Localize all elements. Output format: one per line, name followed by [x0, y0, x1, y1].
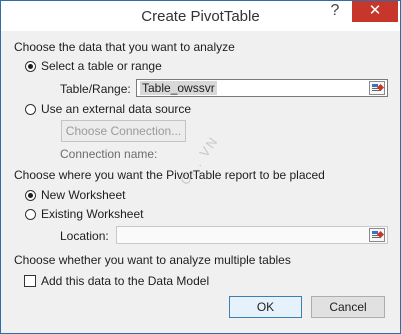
data-model-label[interactable]: Add this data to the Data Model [41, 274, 209, 288]
ok-button[interactable]: OK [229, 296, 302, 318]
external-source-label[interactable]: Use an external data source [41, 102, 191, 116]
table-range-input[interactable]: Table_owssvr [136, 79, 388, 97]
table-range-label: Table/Range: [60, 82, 131, 96]
help-button[interactable]: ? [321, 1, 349, 22]
range-selector-icon[interactable] [369, 81, 385, 95]
dialog-body: Choose the data that you want to analyze… [9, 31, 392, 327]
choose-data-heading: Choose the data that you want to analyze [14, 40, 235, 54]
title-bar[interactable]: Create PivotTable ? ✕ [1, 1, 400, 31]
cancel-button[interactable]: Cancel [311, 296, 385, 318]
select-table-label[interactable]: Select a table or range [41, 59, 162, 73]
choose-connection-button[interactable]: Choose Connection... [61, 120, 186, 142]
location-input[interactable] [116, 226, 388, 244]
select-table-radio[interactable] [25, 61, 36, 72]
new-worksheet-label[interactable]: New Worksheet [41, 188, 125, 202]
create-pivottable-dialog: Create PivotTable ? ✕ Choose the data th… [0, 0, 401, 334]
location-label: Location: [60, 229, 109, 243]
existing-worksheet-label[interactable]: Existing Worksheet [41, 207, 144, 221]
connection-name-label: Connection name: [60, 147, 158, 161]
new-worksheet-radio[interactable] [25, 190, 36, 201]
placement-heading: Choose where you want the PivotTable rep… [14, 168, 325, 182]
close-button[interactable]: ✕ [352, 1, 398, 22]
external-source-radio[interactable] [25, 104, 36, 115]
multiple-tables-heading: Choose whether you want to analyze multi… [14, 253, 291, 267]
table-range-value: Table_owssvr [140, 81, 217, 95]
data-model-checkbox[interactable] [24, 275, 36, 287]
existing-worksheet-radio[interactable] [25, 209, 36, 220]
location-range-selector-icon[interactable] [369, 228, 385, 242]
